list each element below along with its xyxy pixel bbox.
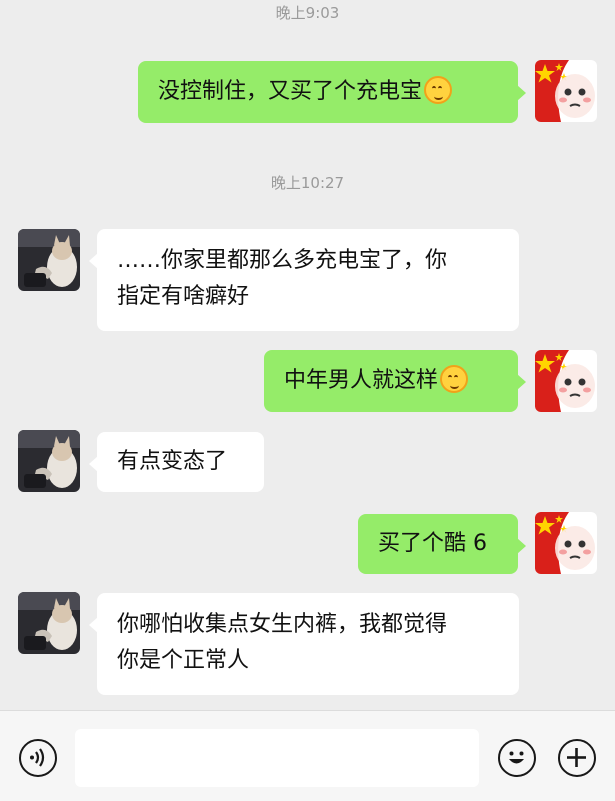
contact-avatar[interactable]: [18, 229, 80, 291]
message-bubble-received[interactable]: 有点变态了: [89, 432, 264, 492]
message-text: 有点变态了: [117, 449, 228, 474]
message-text: 中年男人就这样: [284, 368, 439, 393]
my-avatar[interactable]: [535, 60, 597, 122]
my-avatar[interactable]: [535, 350, 597, 412]
plus-icon: [567, 748, 586, 767]
cat-photo-icon: [18, 430, 80, 492]
voice-button[interactable]: [19, 739, 57, 777]
message-text-line: 你哪怕收集点女生内裤，我都觉得: [117, 612, 448, 637]
message-text: 买了个酷 6: [378, 531, 487, 556]
cat-photo-icon: [18, 229, 80, 291]
emoji-icon: [509, 751, 524, 764]
timestamp: 晚上9:03: [275, 4, 340, 22]
message-bubble-sent[interactable]: 没控制住，又买了个充电宝: [138, 61, 526, 123]
message-bubble-sent[interactable]: 中年男人就这样: [264, 350, 526, 412]
timestamp: 晚上10:27: [270, 174, 345, 192]
contact-avatar[interactable]: [18, 592, 80, 654]
plus-button[interactable]: [558, 739, 596, 777]
smiling-face-icon: [424, 76, 453, 104]
smiling-face-icon: [440, 365, 469, 393]
message-text-line: 指定有啥癖好: [117, 284, 250, 309]
message-bubble-received[interactable]: 你哪怕收集点女生内裤，我都觉得 你是个正常人: [89, 593, 519, 695]
flag-cartoon-face-icon: [535, 512, 597, 574]
contact-avatar[interactable]: [18, 430, 80, 492]
voice-icon: [30, 748, 45, 767]
message-input[interactable]: [75, 729, 479, 787]
chat-input-bar: [0, 710, 615, 801]
message-bubble-sent[interactable]: 买了个酷 6: [358, 514, 526, 574]
cat-photo-icon: [18, 592, 80, 654]
flag-cartoon-face-icon: [535, 60, 597, 122]
message-bubble-received[interactable]: ……你家里都那么多充电宝了，你 指定有啥癖好: [89, 229, 519, 331]
emoji-button[interactable]: [498, 739, 536, 777]
message-text-line: ……你家里都那么多充电宝了，你: [117, 248, 448, 273]
message-text: 没控制住，又买了个充电宝: [158, 79, 423, 104]
flag-cartoon-face-icon: [535, 350, 597, 412]
message-text-line: 你是个正常人: [117, 648, 250, 673]
my-avatar[interactable]: [535, 512, 597, 574]
